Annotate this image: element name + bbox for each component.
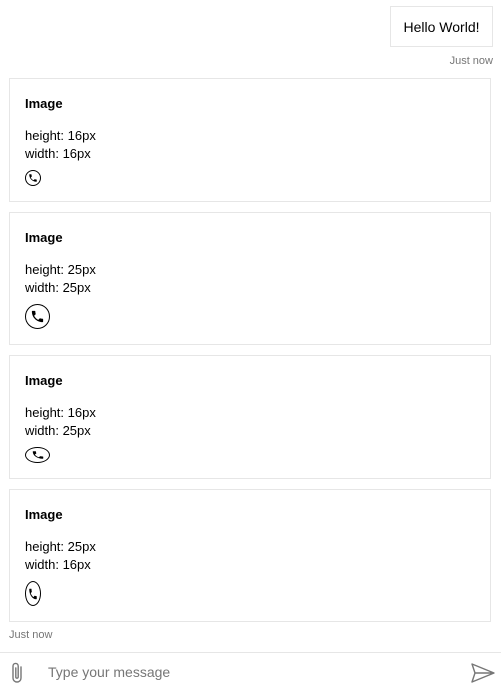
chat-transcript: Hello World! Just now Image height: 16px…	[0, 0, 501, 650]
card-title: Image	[25, 507, 63, 522]
phone-icon	[25, 170, 41, 186]
send-icon[interactable]	[470, 662, 496, 684]
card-width-text: width: 16px	[25, 146, 91, 161]
card-title: Image	[25, 96, 63, 111]
phone-glyph	[29, 588, 37, 599]
adaptive-card: Image height: 16px width: 16px	[9, 78, 491, 202]
card-width-text: width: 25px	[25, 280, 91, 295]
phone-glyph	[32, 451, 43, 459]
phone-glyph	[29, 174, 37, 182]
bot-activity-timestamp: Just now	[9, 629, 53, 641]
card-height-text: height: 16px	[25, 128, 96, 143]
message-input[interactable]	[48, 659, 453, 685]
card-width-text: width: 25px	[25, 423, 91, 438]
user-message-bubble: Hello World!	[390, 6, 493, 47]
adaptive-card: Image height: 16px width: 25px	[9, 355, 491, 479]
send-box	[0, 652, 501, 691]
card-title: Image	[25, 373, 63, 388]
card-width-text: width: 16px	[25, 557, 91, 572]
card-height-text: height: 25px	[25, 262, 96, 277]
card-height-text: height: 16px	[25, 405, 96, 420]
phone-icon	[25, 447, 50, 463]
card-height-text: height: 25px	[25, 539, 96, 554]
phone-glyph	[31, 310, 44, 323]
phone-icon	[25, 581, 41, 606]
user-message-text: Hello World!	[403, 19, 480, 35]
adaptive-card: Image height: 25px width: 25px	[9, 212, 491, 345]
card-title: Image	[25, 230, 63, 245]
paperclip-icon[interactable]	[8, 661, 28, 685]
phone-icon	[25, 304, 50, 329]
user-message-timestamp: Just now	[449, 55, 493, 67]
adaptive-card: Image height: 25px width: 16px	[9, 489, 491, 622]
